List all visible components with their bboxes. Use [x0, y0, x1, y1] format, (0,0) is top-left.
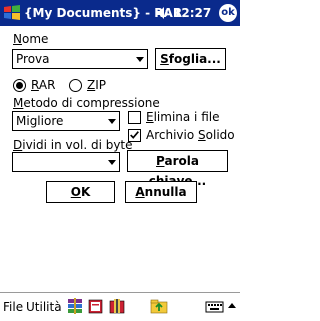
keyboard-menu-arrow-icon[interactable] [228, 303, 236, 308]
metodo-label: Metodo di compressione [13, 96, 160, 110]
nome-value: Prova [16, 52, 50, 66]
radio-zip[interactable] [69, 79, 82, 92]
metodo-value: Migliore [16, 114, 64, 128]
elimina-checkbox[interactable] [128, 111, 141, 124]
nome-label: Nome [13, 32, 49, 46]
chevron-down-icon[interactable] [108, 160, 116, 165]
archive-box-icon[interactable] [108, 297, 126, 315]
clock[interactable]: 12:27 [173, 6, 211, 20]
winrar-books-icon[interactable] [66, 297, 84, 315]
chevron-down-icon[interactable] [108, 119, 116, 124]
keyboard-icon[interactable] [205, 297, 225, 315]
metodo-combobox[interactable]: Migliore [12, 111, 120, 131]
elimina-label[interactable]: Elimina i file [146, 110, 219, 124]
archivio-solido-label[interactable]: Archivio Solido [146, 128, 235, 142]
chevron-down-icon[interactable] [136, 57, 144, 62]
book-icon[interactable] [87, 297, 105, 315]
parola-chiave-button[interactable]: Parola chiave... [127, 150, 228, 188]
title-bar: {My Documents} - RAR 12:27 ok [0, 0, 240, 26]
taskbar: File Utilità [0, 292, 240, 321]
annulla-button[interactable]: Annulla [125, 181, 197, 203]
nome-combobox[interactable]: Prova [12, 49, 148, 69]
radio-zip-label[interactable]: ZIP [87, 78, 106, 92]
radio-rar-label[interactable]: RAR [31, 78, 55, 92]
utilita-menu[interactable]: Utilità [26, 300, 62, 314]
file-menu[interactable]: File [3, 300, 23, 314]
dividi-label: Dividi in vol. di byte [13, 138, 133, 152]
ok-close-button[interactable]: ok [219, 4, 237, 22]
speaker-icon[interactable] [155, 5, 171, 21]
dividi-combobox[interactable] [12, 152, 120, 172]
sfoglia-button[interactable]: Sfoglia... [155, 48, 226, 70]
up-folder-icon[interactable] [150, 297, 168, 315]
radio-rar[interactable] [13, 79, 26, 92]
windows-start-icon[interactable] [2, 3, 22, 23]
ok-button[interactable]: OK [46, 181, 115, 203]
